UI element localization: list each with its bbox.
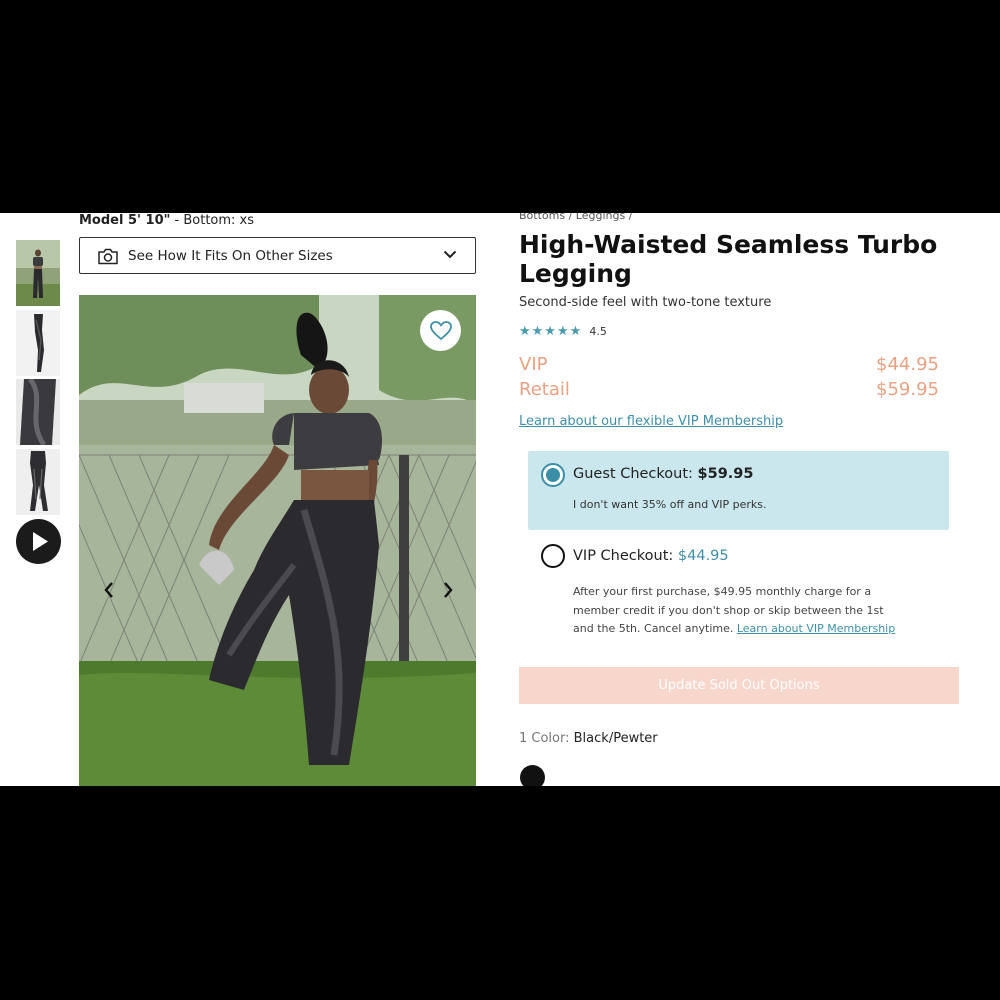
product-page: Model 5' 10" - Bottom: xs See How It Fit… xyxy=(0,213,1000,786)
breadcrumb-separator: / xyxy=(565,213,576,222)
breadcrumb-bottoms[interactable]: Bottoms xyxy=(519,213,565,222)
thumbnail-side[interactable] xyxy=(16,310,60,376)
star-rating-icon: ★★★★★ xyxy=(519,324,583,339)
vip-checkout-option[interactable]: VIP Checkout: $44.95 After your first pu… xyxy=(528,541,949,641)
retail-price-amount: $59.95 xyxy=(876,379,939,400)
main-product-image[interactable] xyxy=(79,295,476,786)
guest-checkout-radio[interactable] xyxy=(541,463,565,487)
breadcrumb: Bottoms / Leggings / xyxy=(519,213,632,222)
thumbnail-back[interactable] xyxy=(16,449,60,515)
product-title: High-Waisted Seamless Turbo Legging xyxy=(519,230,938,288)
guest-checkout-description: I don't want 35% off and VIP perks. xyxy=(573,498,767,511)
letterbox-top xyxy=(0,0,1000,213)
color-info: 1 Color: Black/Pewter xyxy=(519,731,658,746)
thumbnail-closeup[interactable] xyxy=(16,379,60,445)
chevron-right-icon xyxy=(444,582,453,598)
prev-image-button[interactable] xyxy=(99,579,119,601)
guest-checkout-title: Guest Checkout: $59.95 xyxy=(573,466,754,482)
model-size: - Bottom: xs xyxy=(170,213,255,228)
model-height: Model 5' 10" xyxy=(79,213,171,228)
play-icon xyxy=(33,532,48,551)
retail-price-label: Retail xyxy=(519,379,570,400)
fit-sizes-dropdown[interactable]: See How It Fits On Other Sizes xyxy=(79,237,476,274)
wishlist-button[interactable] xyxy=(420,310,461,351)
breadcrumb-separator: / xyxy=(625,213,633,222)
update-sold-out-button[interactable]: Update Sold Out Options xyxy=(519,667,959,704)
product-subtitle: Second-side feel with two-tone texture xyxy=(519,295,772,310)
vip-checkout-description: After your first purchase, $49.95 monthl… xyxy=(573,583,903,639)
guest-checkout-label: Guest Checkout: xyxy=(573,466,698,482)
thumbnail-front-full[interactable] xyxy=(16,240,60,306)
product-rating[interactable]: ★★★★★ 4.5 xyxy=(519,321,607,339)
vip-checkout-radio[interactable] xyxy=(541,544,565,568)
rating-value: 4.5 xyxy=(589,325,607,338)
camera-icon xyxy=(98,248,118,265)
vip-price-label: VIP xyxy=(519,354,548,375)
vip-price-amount: $44.95 xyxy=(876,354,939,375)
model-info: Model 5' 10" - Bottom: xs xyxy=(79,213,254,228)
vip-checkout-title: VIP Checkout: $44.95 xyxy=(573,548,729,564)
color-count-label: 1 Color: xyxy=(519,731,574,746)
heart-icon xyxy=(430,321,452,341)
play-video-button[interactable] xyxy=(16,519,61,564)
fit-dropdown-label: See How It Fits On Other Sizes xyxy=(128,248,333,264)
next-image-button[interactable] xyxy=(438,579,458,601)
guest-checkout-option[interactable]: Guest Checkout: $59.95 I don't want 35% … xyxy=(528,451,949,530)
guest-checkout-price: $59.95 xyxy=(697,466,754,482)
model-photo xyxy=(79,295,476,786)
color-name: Black/Pewter xyxy=(573,731,658,746)
vip-membership-terms-link[interactable]: Learn about VIP Membership xyxy=(737,622,895,635)
chevron-down-icon xyxy=(443,250,457,259)
letterbox-bottom xyxy=(0,786,1000,1000)
vip-checkout-price: $44.95 xyxy=(677,548,729,564)
color-swatch-black-pewter[interactable] xyxy=(520,765,545,786)
vip-checkout-label: VIP Checkout: xyxy=(573,548,678,564)
chevron-left-icon xyxy=(104,582,113,598)
vip-membership-link[interactable]: Learn about our flexible VIP Membership xyxy=(519,414,783,429)
breadcrumb-leggings[interactable]: Leggings xyxy=(576,213,625,222)
